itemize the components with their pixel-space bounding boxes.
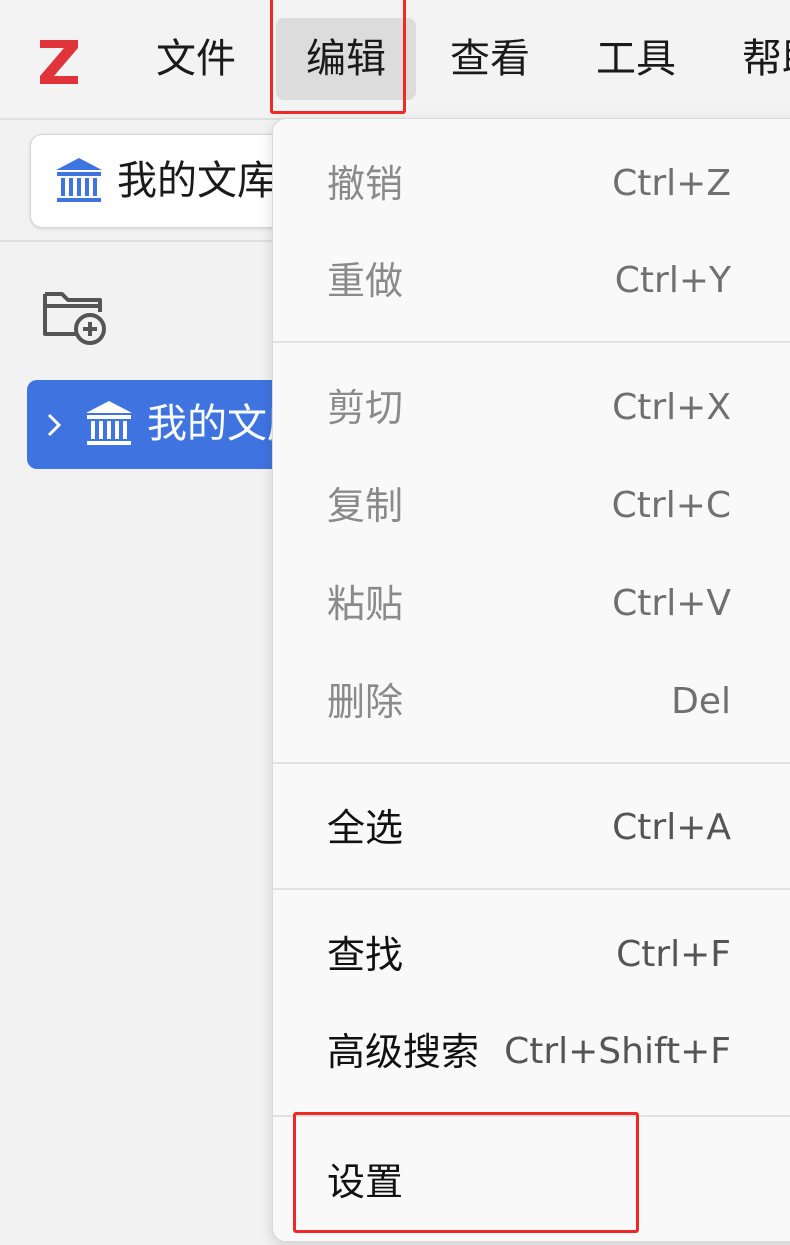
menu-item-label: 复制 bbox=[327, 484, 404, 528]
menu-item-undo[interactable]: 撤销 Ctrl+Z bbox=[273, 135, 790, 233]
menu-item-label: 删除 bbox=[327, 680, 404, 724]
menu-item-find[interactable]: 查找 Ctrl+F bbox=[273, 906, 790, 1004]
library-icon bbox=[56, 158, 102, 202]
menu-item-select-all[interactable]: 全选 Ctrl+A bbox=[273, 779, 790, 877]
zotero-logo-icon bbox=[40, 40, 78, 84]
menu-item-label: 重做 bbox=[327, 259, 404, 303]
menu-item-redo[interactable]: 重做 Ctrl+Y bbox=[273, 232, 790, 330]
library-icon bbox=[86, 401, 132, 445]
menu-item-copy[interactable]: 复制 Ctrl+C bbox=[273, 457, 790, 555]
menu-item-label: 设置 bbox=[327, 1160, 404, 1204]
menu-view[interactable]: 查看 bbox=[450, 18, 530, 100]
menu-item-settings[interactable]: 设置 bbox=[273, 1133, 790, 1231]
menu-item-label: 粘贴 bbox=[327, 582, 404, 626]
menu-item-shortcut: Ctrl+C bbox=[611, 485, 731, 526]
menu-separator bbox=[273, 888, 790, 890]
menu-item-shortcut: Ctrl+F bbox=[616, 934, 731, 975]
menu-item-label: 剪切 bbox=[327, 386, 404, 430]
menu-item-shortcut: Ctrl+A bbox=[612, 807, 731, 848]
menu-item-label: 撤销 bbox=[327, 162, 404, 206]
chevron-right-icon[interactable] bbox=[43, 410, 65, 440]
menu-item-shortcut: Del bbox=[671, 681, 731, 722]
menu-help[interactable]: 帮助 bbox=[742, 18, 790, 100]
menu-item-delete[interactable]: 删除 Del bbox=[273, 653, 790, 751]
menu-item-label: 全选 bbox=[327, 806, 404, 850]
menu-item-advanced-search[interactable]: 高级搜索 Ctrl+Shift+F bbox=[273, 1003, 790, 1101]
new-collection-icon[interactable] bbox=[40, 282, 110, 346]
menu-separator bbox=[273, 1115, 790, 1117]
menu-item-paste[interactable]: 粘贴 Ctrl+V bbox=[273, 555, 790, 653]
menu-file[interactable]: 文件 bbox=[156, 18, 236, 100]
library-selector-label: 我的文库 bbox=[117, 158, 277, 204]
menu-item-shortcut: Ctrl+X bbox=[612, 387, 731, 428]
menu-separator bbox=[273, 762, 790, 764]
edit-menu-dropdown: 撤销 Ctrl+Z 重做 Ctrl+Y 剪切 Ctrl+X 复制 Ctrl+C … bbox=[272, 118, 790, 1242]
menu-item-label: 高级搜索 bbox=[327, 1030, 480, 1074]
menu-item-cut[interactable]: 剪切 Ctrl+X bbox=[273, 359, 790, 457]
menu-item-shortcut: Ctrl+V bbox=[612, 583, 731, 624]
menu-item-shortcut: Ctrl+Z bbox=[612, 163, 731, 204]
menu-item-label: 查找 bbox=[327, 933, 404, 977]
menu-item-shortcut: Ctrl+Y bbox=[614, 260, 731, 301]
menu-tools[interactable]: 工具 bbox=[596, 18, 676, 100]
menu-item-shortcut: Ctrl+Shift+F bbox=[504, 1031, 731, 1072]
menu-edit[interactable]: 编辑 bbox=[276, 18, 416, 100]
menu-separator bbox=[273, 341, 790, 343]
menu-bar: 文件 编辑 查看 工具 帮助 bbox=[0, 0, 790, 120]
